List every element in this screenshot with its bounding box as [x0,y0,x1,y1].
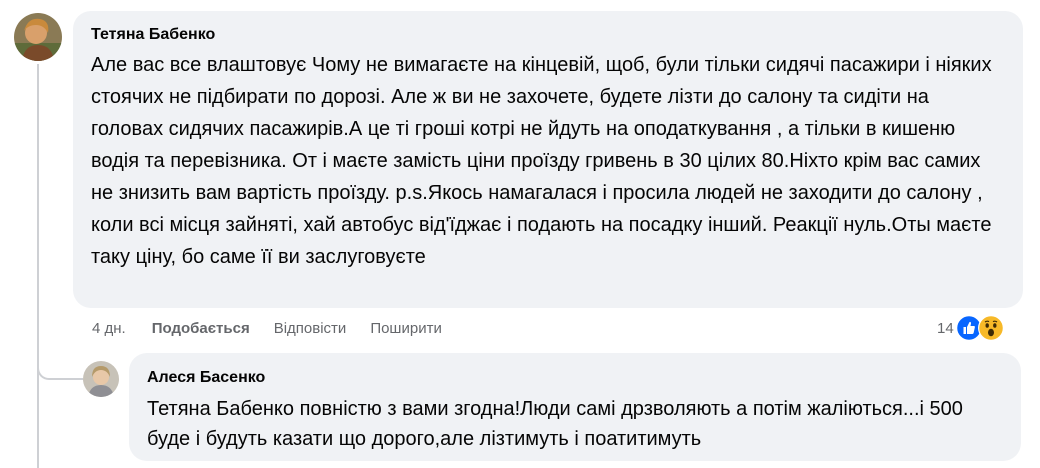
comment-text: Але вас все влаштовує Чому не вимагаєте … [91,54,992,268]
reactions-summary[interactable]: 14 [937,314,1004,342]
wow-icon [977,315,1004,341]
reply-avatar[interactable] [83,361,119,397]
avatar-photo-icon [14,13,62,61]
thread-line [37,64,39,468]
avatar[interactable] [14,13,62,61]
avatar-photo-icon [83,361,119,397]
reply-author[interactable]: Алеся Басенко [147,368,1003,388]
comment-actions: 4 дн. Подобається Відповісти Поширити [92,318,466,338]
like-button[interactable]: Подобається [152,320,250,337]
reaction-count: 14 [937,319,954,337]
share-button[interactable]: Поширити [370,320,442,337]
comment-author[interactable]: Тетяна Бабенко [91,25,1005,45]
reply-button[interactable]: Відповісти [274,320,347,337]
reply-text: Тетяна Бабенко повністю з вами згодна!Лю… [147,398,963,450]
comment-timestamp[interactable]: 4 дн. [92,320,126,337]
comment-bubble: Тетяна Бабенко Але вас все влаштовує Чом… [73,11,1023,308]
reply-connector [37,368,83,380]
reply-bubble: Алеся Басенко Тетяна Бабенко повністю з … [129,353,1021,461]
